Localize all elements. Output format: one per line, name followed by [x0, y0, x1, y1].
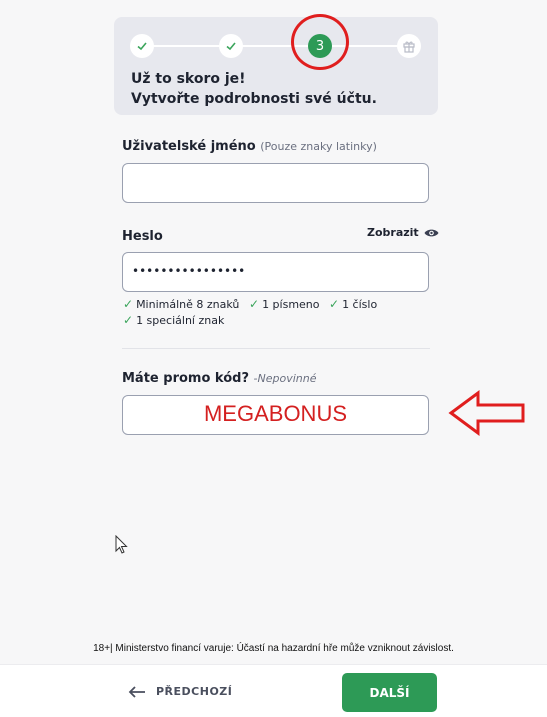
arrow-left-icon: [128, 685, 145, 698]
stepper-track: [144, 45, 408, 47]
eye-icon: [424, 229, 439, 236]
previous-button-label: PŘEDCHOZÍ: [156, 685, 233, 698]
check-icon: [137, 42, 147, 51]
check-icon: ✓: [123, 313, 134, 327]
check-icon: ✓: [249, 297, 260, 311]
annotation-circle: [291, 14, 349, 70]
promo-label-row: Máte promo kód? -Nepovinné: [122, 371, 317, 386]
footer-bar: [0, 664, 547, 717]
requirement-min-length: ✓ Minimálně 8 znaků: [123, 297, 240, 311]
show-password-toggle[interactable]: Zobrazit: [367, 226, 439, 239]
step-2-complete: [219, 34, 243, 58]
show-password-label: Zobrazit: [367, 226, 419, 239]
progress-subheading: Vytvořte podrobnosti své účtu.: [131, 91, 377, 107]
check-icon: [226, 42, 236, 51]
username-label-row: Uživatelské jméno (Pouze znaky latinky): [122, 139, 377, 154]
password-input[interactable]: ••••••••••••••••: [122, 252, 429, 292]
mouse-cursor-icon: [115, 535, 128, 554]
promo-input[interactable]: MEGABONUS: [122, 395, 429, 435]
requirement-digit: ✓ 1 číslo: [329, 297, 378, 311]
previous-button[interactable]: PŘEDCHOZÍ: [128, 685, 232, 698]
promo-hint: -Nepovinné: [253, 372, 317, 385]
step-1-complete: [130, 34, 154, 58]
username-hint: (Pouze znaky latinky): [260, 140, 377, 153]
password-label: Heslo: [122, 229, 163, 244]
requirement-special: ✓ 1 speciální znak: [123, 313, 225, 327]
check-icon: ✓: [123, 297, 134, 311]
promo-label: Máte promo kód?: [122, 371, 249, 386]
promo-value: MEGABONUS: [203, 401, 348, 426]
requirement-letter: ✓ 1 písmeno: [249, 297, 320, 311]
username-input[interactable]: [122, 163, 429, 203]
progress-card: 3 Už to skoro je! Vytvořte podrobnosti s…: [114, 17, 438, 115]
annotation-arrow-icon: [448, 390, 525, 436]
gift-icon: [403, 41, 415, 53]
username-label: Uživatelské jméno: [122, 139, 256, 154]
step-4-upcoming: [397, 34, 421, 58]
section-divider: [122, 348, 430, 349]
password-value: ••••••••••••••••: [132, 264, 246, 278]
progress-heading: Už to skoro je!: [131, 71, 246, 87]
check-icon: ✓: [329, 297, 340, 311]
gambling-warning: 18+| Ministerstvo financí varuje: Účastí…: [93, 643, 454, 654]
next-button[interactable]: DALŠÍ: [342, 673, 437, 712]
